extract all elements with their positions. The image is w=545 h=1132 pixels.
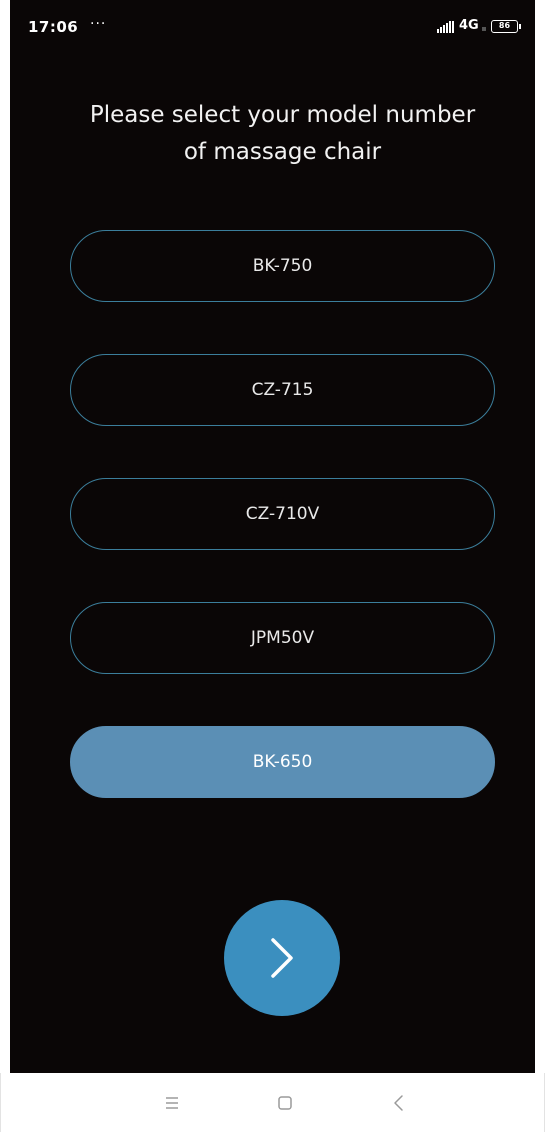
home-icon[interactable] <box>273 1091 297 1115</box>
page-title: Please select your model number of massa… <box>50 97 515 171</box>
model-option-bk-650[interactable]: BK-650 <box>70 726 495 798</box>
back-icon[interactable] <box>387 1091 411 1115</box>
battery-icon: 86 <box>491 20 521 33</box>
title-line-2: of massage chair <box>183 139 382 165</box>
title-line-1: Please select your model number <box>89 102 476 128</box>
battery-level: 86 <box>498 21 511 30</box>
menu-icon[interactable] <box>160 1091 184 1115</box>
model-option-bk-750[interactable]: BK-750 <box>70 230 495 302</box>
model-list: BK-750 CZ-715 CZ-710V JPM50V BK-650 <box>70 230 495 850</box>
next-button[interactable] <box>224 900 340 1016</box>
chevron-right-icon <box>271 938 293 978</box>
app-screen: 17:06 ··· 4G 86 Please select your model… <box>10 0 535 1073</box>
status-bar: 17:06 ··· 4G 86 <box>10 0 535 54</box>
data-activity-icon <box>482 27 486 31</box>
signal-icon <box>437 21 454 33</box>
model-option-cz-710v[interactable]: CZ-710V <box>70 478 495 550</box>
network-type: 4G <box>459 18 479 33</box>
model-option-jpm50v[interactable]: JPM50V <box>70 602 495 674</box>
status-time: 17:06 <box>28 18 79 36</box>
model-option-cz-715[interactable]: CZ-715 <box>70 354 495 426</box>
notification-dots: ··· <box>90 16 107 32</box>
system-nav-bar <box>0 1073 545 1132</box>
